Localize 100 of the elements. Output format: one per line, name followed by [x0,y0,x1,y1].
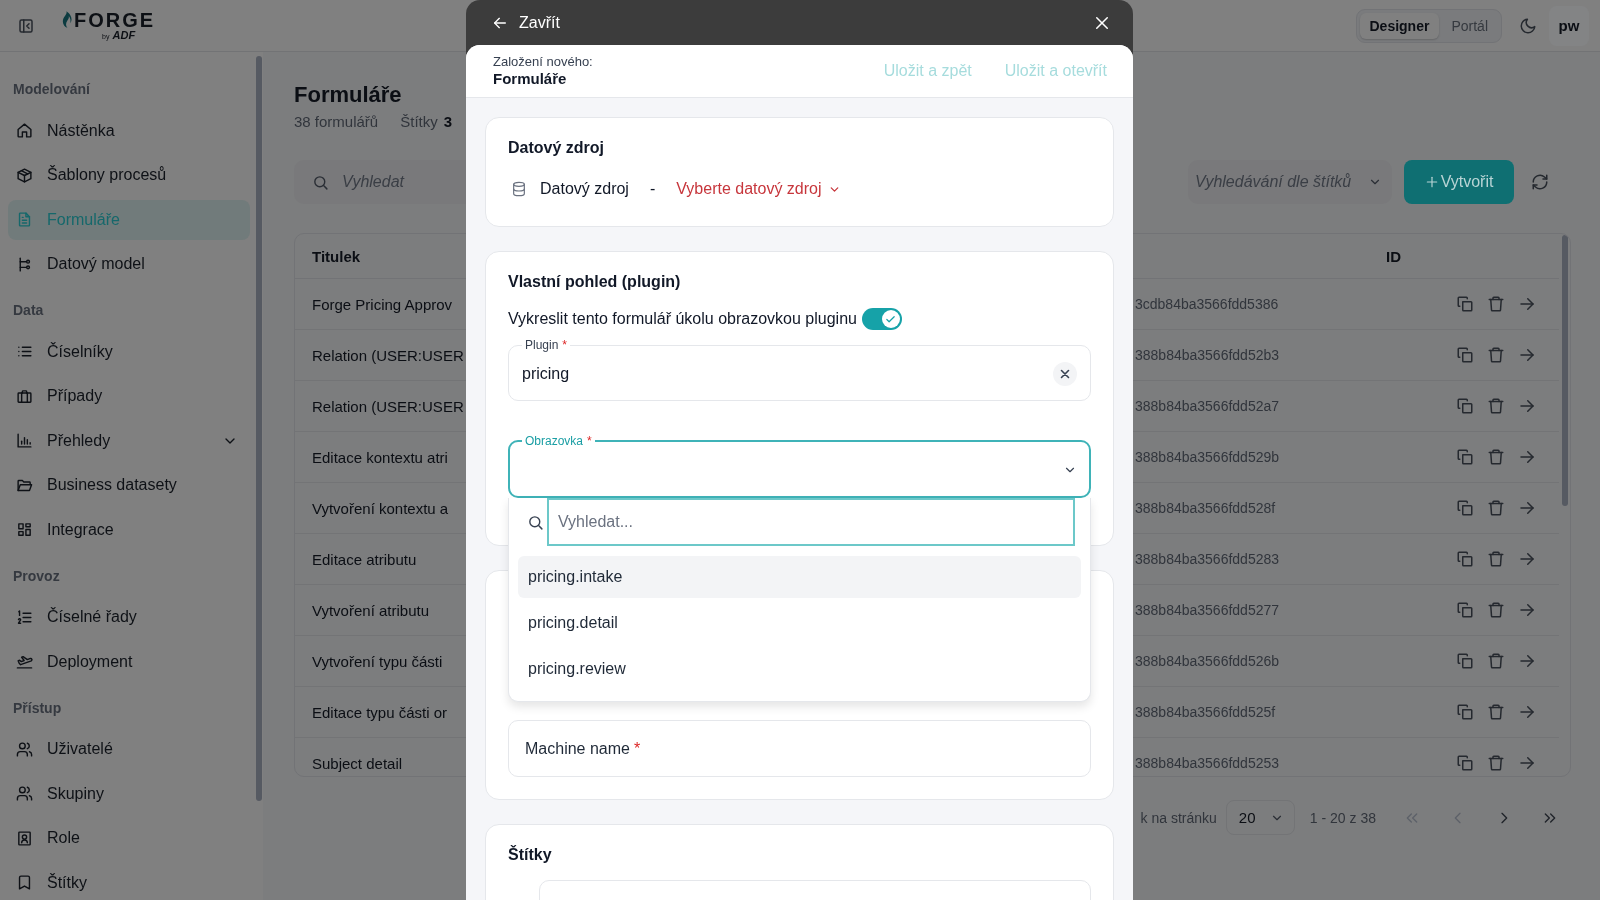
trash-icon[interactable] [1487,754,1505,772]
trash-icon[interactable] [1487,295,1505,313]
mode-tab[interactable]: Designer [1359,12,1440,39]
copy-icon[interactable] [1456,397,1474,415]
tag-filter-dropdown[interactable]: Vyhledávání dle štítků [1188,160,1392,204]
table-cell-text: Forge Pricing Approv [312,295,454,313]
trash-icon[interactable] [1487,397,1505,415]
mode-tab[interactable]: Portál [1441,12,1498,39]
datasource-label: Datový zdroj [540,180,629,198]
sidebar-item[interactable]: Deployment [8,641,250,682]
sidebar-toggle-icon[interactable] [17,16,35,35]
dropdown-option[interactable]: pricing.intake [518,556,1081,598]
modal-title: Formuláře [493,70,567,88]
trash-icon[interactable] [1487,652,1505,670]
arrow-right-icon[interactable] [1518,295,1536,313]
scrollbar-thumb[interactable] [1562,235,1568,506]
arrow-right-icon[interactable] [1518,499,1536,517]
sidebar-item[interactable]: Datový model [8,244,250,284]
sidebar-item[interactable]: Business datasety [8,465,250,505]
copy-icon[interactable] [1456,754,1474,772]
dropdown-option[interactable]: pricing.review [518,648,1081,690]
trash-icon[interactable] [1487,499,1505,517]
text-field[interactable]: Plugin * pricing [508,337,1091,401]
copy-icon[interactable] [1456,499,1474,517]
sidebar-item[interactable]: Nástěnka [8,110,250,151]
flame-icon [61,10,72,30]
copy-icon[interactable] [1456,703,1474,721]
tags-count: 3 [443,112,453,130]
toggle-switch[interactable] [861,308,902,330]
table-cell-text: Vytvoření kontextu a [312,499,450,517]
table-cell-text: 388b84ba3566fdd525f [1135,704,1277,720]
arrow-right-icon[interactable] [1518,601,1536,619]
briefcase-icon [16,387,33,405]
id-badge-icon [16,829,33,847]
copy-icon[interactable] [1456,448,1474,466]
table-cell-text: 388b84ba3566fdd5277 [1135,602,1281,618]
users-icon [16,740,33,758]
user-initials[interactable]: pw [1549,5,1589,46]
sidebar-item[interactable]: Integrace [8,509,250,550]
arrow-right-icon[interactable] [1518,550,1536,568]
sidebar-section-title: Přístup [12,698,63,718]
arrow-right-icon[interactable] [1518,703,1536,721]
table-cell-text: 3cdb84ba3566fdd5386 [1135,296,1280,312]
copy-icon[interactable] [1456,550,1474,568]
trash-icon[interactable] [1487,346,1505,364]
per-page-select[interactable]: 20 [1225,800,1295,835]
table-cell-text: Relation (USER:USER [312,346,465,364]
table-cell-text: Editace kontextu atri [312,448,449,466]
sidebar-item[interactable]: Role [8,818,250,858]
table-cell-text: Editace atributu [312,550,418,568]
trash-icon[interactable] [1487,703,1505,721]
table-cell-text: Subject detail [312,754,404,772]
column-header[interactable]: Titulek [312,247,466,265]
per-page-label: k na stránku [1140,809,1217,826]
copy-icon[interactable] [1456,295,1474,313]
arrow-right-icon[interactable] [1518,652,1536,670]
search-icon [312,173,329,191]
trash-icon[interactable] [1487,550,1505,568]
bookmark-icon [16,874,33,891]
sidebar-item[interactable]: Případy [8,376,250,416]
arrow-right-icon[interactable] [1518,448,1536,466]
logo-wordmark: FORGE [74,9,156,30]
sidebar-item[interactable]: Číselné řady [8,597,250,637]
trash-icon[interactable] [1487,601,1505,619]
sidebar-section-title: Provoz [12,566,61,586]
card-title: Štítky [508,844,552,865]
sidebar-item[interactable]: Uživatelé [8,729,250,769]
scrollbar-thumb[interactable] [256,56,262,801]
column-header[interactable]: ID [1386,247,1401,265]
grid-icon [16,521,33,538]
modal-caption: Založení nového: [493,54,593,70]
page-title: Formuláře [294,81,402,109]
moon-icon[interactable] [1519,16,1537,35]
arrow-right-icon[interactable] [1518,397,1536,415]
refresh-icon[interactable] [1531,173,1549,191]
copy-icon[interactable] [1456,346,1474,364]
sidebar-item[interactable]: Přehledy [8,420,250,461]
create-button[interactable]: Vytvořit [1404,160,1514,204]
search-icon [527,513,544,531]
check-icon [885,313,897,325]
trash-icon[interactable] [1487,448,1505,466]
sidebar-item[interactable]: Šablony procesů [8,155,250,195]
document-icon [16,211,33,228]
sidebar-item[interactable]: Skupiny [8,773,250,814]
back-button[interactable]: Zavřít [492,13,560,32]
database-icon [511,181,527,197]
sidebar-item[interactable]: Štítky [8,862,250,900]
copy-icon[interactable] [1456,652,1474,670]
sidebar-section-title: Modelování [12,80,91,99]
search-field[interactable]: Vyhledat [294,160,466,204]
datasource-picker[interactable]: Vyberte datový zdroj [676,180,841,198]
dropdown-option[interactable]: pricing.detail [518,602,1081,644]
arrow-right-icon[interactable] [1518,346,1536,364]
arrow-right-icon[interactable] [1518,754,1536,772]
search-field[interactable]: Vyhledat... [547,498,1075,546]
clear-icon[interactable] [1053,362,1077,386]
sidebar-item[interactable]: Číselníky [8,331,250,372]
card-title: Vlastní pohled (plugin) [508,272,681,292]
text-field[interactable]: Machine name * [508,720,1091,777]
copy-icon[interactable] [1456,601,1474,619]
